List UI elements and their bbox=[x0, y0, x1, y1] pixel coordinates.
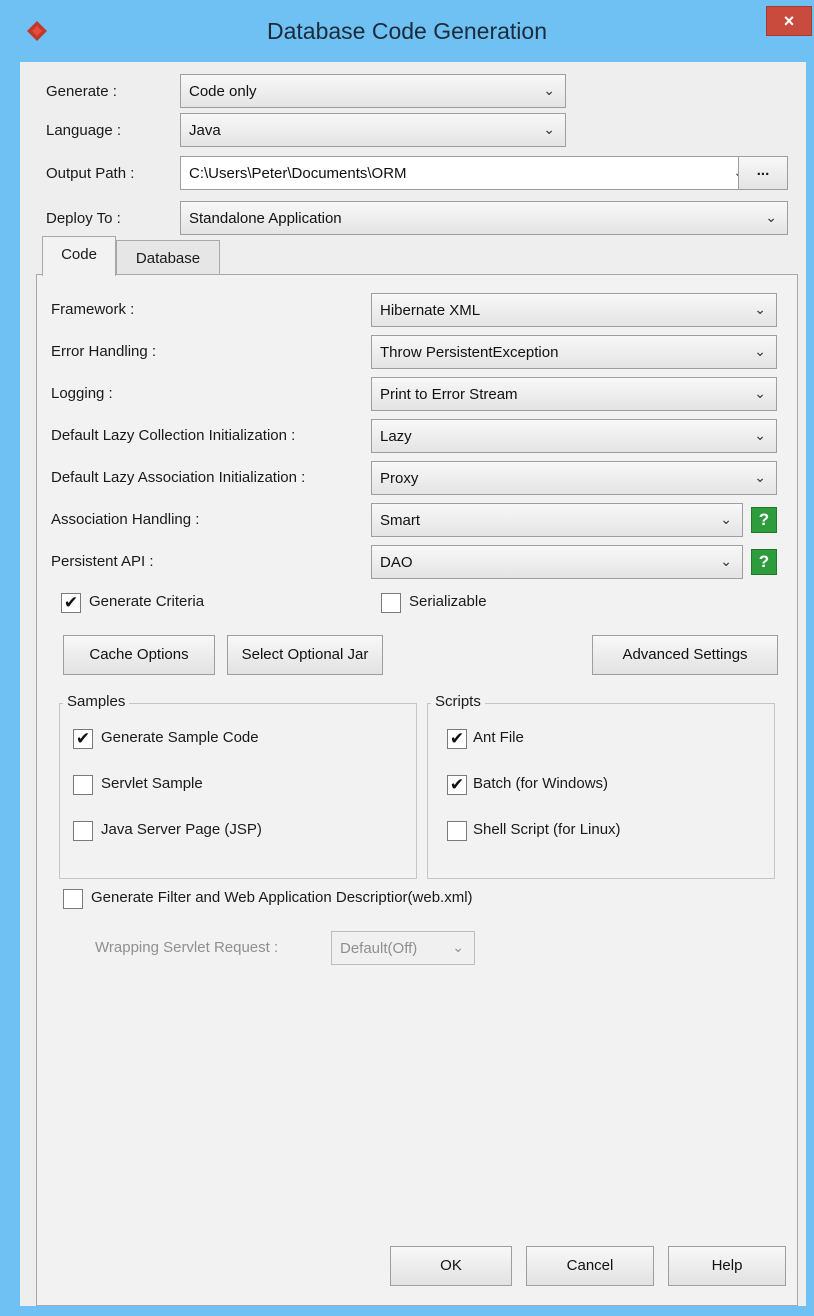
generate-value: Code only bbox=[189, 83, 257, 100]
ant-file-label: Ant File bbox=[473, 729, 524, 746]
code-tab-panel: Framework : Hibernate XML ⌄ Error Handli… bbox=[36, 274, 798, 1306]
serializable-checkbox[interactable] bbox=[381, 593, 401, 613]
generate-select[interactable]: Code only ⌄ bbox=[180, 74, 566, 108]
deploy-to-select[interactable]: Standalone Application ⌄ bbox=[180, 201, 788, 235]
shell-script-checkbox[interactable] bbox=[447, 821, 467, 841]
generate-filter-checkbox[interactable] bbox=[63, 889, 83, 909]
servlet-sample-checkbox[interactable] bbox=[73, 775, 93, 795]
wrapping-servlet-value: Default(Off) bbox=[340, 940, 418, 957]
association-handling-select[interactable]: Smart ⌄ bbox=[371, 503, 743, 537]
language-value: Java bbox=[189, 122, 221, 139]
chevron-down-icon: ⌄ bbox=[543, 121, 555, 137]
lazy-collection-select[interactable]: Lazy ⌄ bbox=[371, 419, 777, 453]
association-help-icon[interactable]: ? bbox=[751, 507, 777, 533]
deploy-to-value: Standalone Application bbox=[189, 210, 342, 227]
advanced-settings-button[interactable]: Advanced Settings bbox=[592, 635, 778, 675]
chevron-down-icon: ⌄ bbox=[720, 553, 732, 569]
samples-group-title: Samples bbox=[63, 693, 130, 710]
chevron-down-icon: ⌄ bbox=[765, 209, 777, 225]
lazy-association-value: Proxy bbox=[380, 470, 419, 487]
logging-label: Logging : bbox=[51, 385, 113, 402]
cache-options-button[interactable]: Cache Options bbox=[63, 635, 215, 675]
scripts-group-title: Scripts bbox=[431, 693, 485, 710]
output-path-combo[interactable]: C:\Users\Peter\Documents\ORM ⌄ bbox=[180, 156, 756, 190]
framework-value: Hibernate XML bbox=[380, 302, 481, 319]
chevron-down-icon: ⌄ bbox=[754, 385, 766, 401]
chevron-down-icon: ⌄ bbox=[543, 82, 555, 98]
chevron-down-icon: ⌄ bbox=[720, 511, 732, 527]
lazy-collection-value: Lazy bbox=[380, 428, 412, 445]
chevron-down-icon: ⌄ bbox=[754, 469, 766, 485]
window-title: Database Code Generation bbox=[266, 18, 548, 44]
dialog-window: Database Code Generation × Generate : Co… bbox=[0, 0, 814, 1316]
generate-label: Generate : bbox=[46, 83, 117, 100]
error-handling-label: Error Handling : bbox=[51, 343, 157, 360]
generate-criteria-label: Generate Criteria bbox=[89, 593, 205, 610]
close-button[interactable]: × bbox=[766, 6, 812, 36]
generate-sample-code-checkbox[interactable]: ✔ bbox=[73, 729, 93, 749]
browse-button[interactable]: ... bbox=[738, 156, 788, 190]
persistent-api-help-icon[interactable]: ? bbox=[751, 549, 777, 575]
association-handling-value: Smart bbox=[380, 512, 421, 529]
check-icon: ✔ bbox=[63, 593, 79, 612]
dialog-body: Generate : Code only ⌄ Language : Java ⌄… bbox=[20, 62, 806, 1306]
logging-select[interactable]: Print to Error Stream ⌄ bbox=[371, 377, 777, 411]
check-icon: ✔ bbox=[449, 729, 465, 748]
persistent-api-label: Persistent API : bbox=[51, 553, 154, 570]
generate-criteria-checkbox[interactable]: ✔ bbox=[61, 593, 81, 613]
chevron-down-icon: ⌄ bbox=[754, 343, 766, 359]
generate-filter-label: Generate Filter and Web Application Desc… bbox=[91, 889, 473, 906]
persistent-api-select[interactable]: DAO ⌄ bbox=[371, 545, 743, 579]
deploy-to-label: Deploy To : bbox=[46, 210, 121, 227]
ant-file-checkbox[interactable]: ✔ bbox=[447, 729, 467, 749]
tab-code[interactable]: Code bbox=[42, 236, 116, 276]
serializable-label: Serializable bbox=[409, 593, 487, 610]
select-optional-jar-button[interactable]: Select Optional Jar bbox=[227, 635, 383, 675]
generate-sample-code-label: Generate Sample Code bbox=[101, 729, 259, 746]
language-select[interactable]: Java ⌄ bbox=[180, 113, 566, 147]
jsp-sample-checkbox[interactable] bbox=[73, 821, 93, 841]
output-path-value: C:\Users\Peter\Documents\ORM bbox=[189, 165, 407, 182]
cancel-button[interactable]: Cancel bbox=[526, 1246, 654, 1286]
framework-label: Framework : bbox=[51, 301, 135, 318]
lazy-association-select[interactable]: Proxy ⌄ bbox=[371, 461, 777, 495]
batch-checkbox[interactable]: ✔ bbox=[447, 775, 467, 795]
lazy-association-label: Default Lazy Association Initialization … bbox=[51, 469, 306, 486]
chevron-down-icon: ⌄ bbox=[754, 301, 766, 317]
error-handling-select[interactable]: Throw PersistentException ⌄ bbox=[371, 335, 777, 369]
error-handling-value: Throw PersistentException bbox=[380, 344, 559, 361]
framework-select[interactable]: Hibernate XML ⌄ bbox=[371, 293, 777, 327]
batch-label: Batch (for Windows) bbox=[473, 775, 609, 792]
logging-value: Print to Error Stream bbox=[380, 386, 518, 403]
ok-button[interactable]: OK bbox=[390, 1246, 512, 1286]
check-icon: ✔ bbox=[449, 775, 465, 794]
help-button[interactable]: Help bbox=[668, 1246, 786, 1286]
wrapping-servlet-label: Wrapping Servlet Request : bbox=[95, 939, 279, 956]
output-path-label: Output Path : bbox=[46, 165, 135, 182]
language-label: Language : bbox=[46, 122, 122, 139]
shell-script-label: Shell Script (for Linux) bbox=[473, 821, 621, 838]
servlet-sample-label: Servlet Sample bbox=[101, 775, 203, 792]
check-icon: ✔ bbox=[75, 729, 91, 748]
wrapping-servlet-select[interactable]: Default(Off) ⌄ bbox=[331, 931, 475, 965]
tab-database[interactable]: Database bbox=[116, 240, 220, 278]
lazy-collection-label: Default Lazy Collection Initialization : bbox=[51, 427, 296, 444]
association-handling-label: Association Handling : bbox=[51, 511, 200, 528]
jsp-sample-label: Java Server Page (JSP) bbox=[101, 821, 262, 838]
chevron-down-icon: ⌄ bbox=[452, 939, 464, 955]
chevron-down-icon: ⌄ bbox=[754, 427, 766, 443]
persistent-api-value: DAO bbox=[380, 554, 413, 571]
title-bar: Database Code Generation × bbox=[0, 0, 814, 62]
